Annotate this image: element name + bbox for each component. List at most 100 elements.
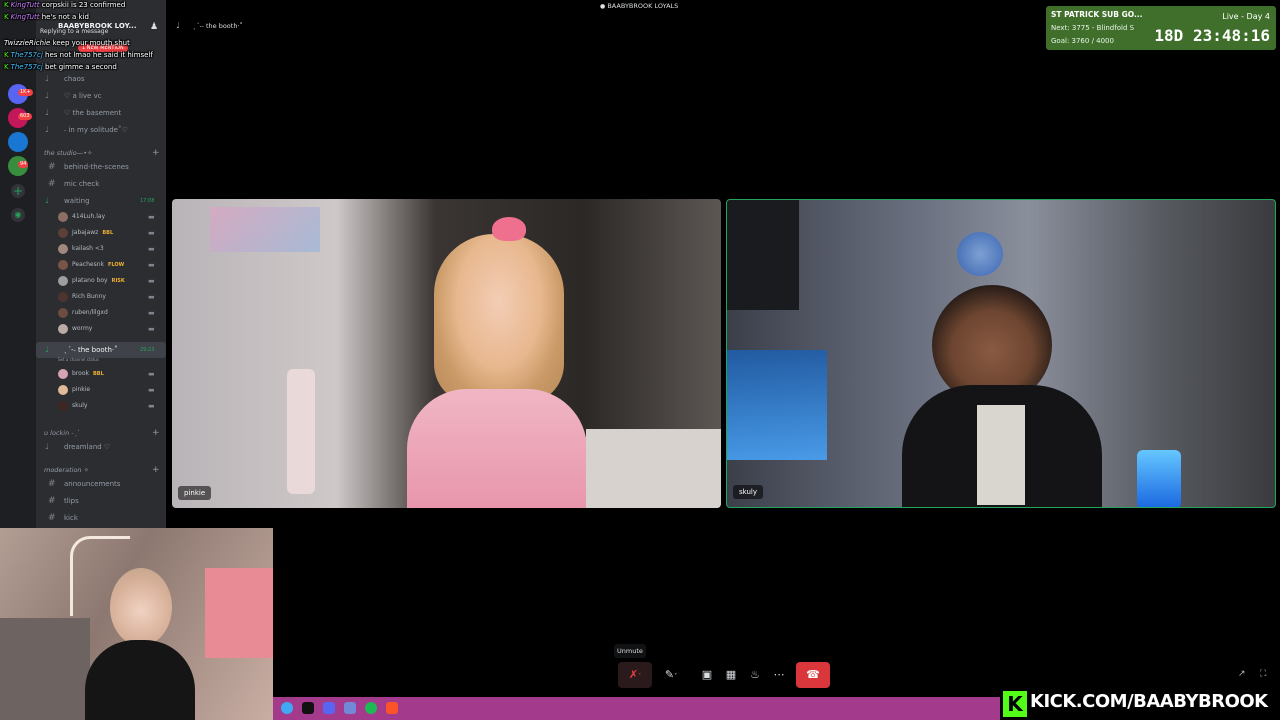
add-channel-icon[interactable]: +: [152, 465, 160, 475]
tshirt: [977, 405, 1025, 505]
voice-member[interactable]: skuly ▬: [56, 398, 166, 414]
app-icon[interactable]: [281, 702, 293, 714]
hash-icon: #: [48, 179, 56, 189]
kick-badge-icon: K: [4, 63, 9, 71]
speaker-icon: ♩: [45, 442, 49, 451]
fullscreen-icon[interactable]: ⛶: [1260, 669, 1266, 679]
speaker-icon: ♩: [45, 196, 49, 205]
member-name: kailash <3: [72, 241, 104, 257]
person-head: [110, 568, 172, 646]
text-channel[interactable]: # mic check: [36, 176, 166, 192]
avatar: [58, 385, 68, 395]
rgb-speaker: [1137, 450, 1181, 507]
video-tile-pinkie[interactable]: pinkie: [172, 199, 721, 508]
live-status: Live - Day 4: [1222, 12, 1270, 21]
member-name: skuly: [72, 398, 87, 414]
member-name: ruben/lilgxd: [72, 305, 108, 321]
voice-channel[interactable]: ♩ dreamland ♡: [36, 439, 166, 455]
hash-icon: #: [48, 513, 56, 523]
channel-status[interactable]: Set a channel status: [58, 357, 99, 362]
member-name: platano boy RISK: [72, 273, 125, 289]
member-name-text: kailash <3: [72, 245, 104, 252]
voice-member[interactable]: pinkie ▬: [56, 382, 166, 398]
voice-channel[interactable]: ♩ ♡ a live vc: [36, 88, 166, 104]
chat-message: K KingTutt corpskii is 23 confirmed: [4, 1, 126, 9]
voice-channel-waiting[interactable]: ♩ waiting 17:08: [36, 193, 166, 209]
text-channel[interactable]: # behind-the-scenes: [36, 159, 166, 175]
voice-member[interactable]: kailash <3 ▬: [56, 241, 166, 257]
sub-goal-title: ST PATRICK SUB GO...: [1051, 10, 1143, 19]
voice-channel[interactable]: ♩ ♡ the basement: [36, 105, 166, 121]
text-channel[interactable]: # tlips: [36, 493, 166, 509]
voice-member[interactable]: platano boy RISK ▬: [56, 273, 166, 289]
avatar: [58, 369, 68, 379]
speaker-icon: ♩: [45, 125, 49, 134]
channel-timer: 17:08: [140, 198, 155, 204]
voice-member[interactable]: Jabajawz BBL ▬: [56, 225, 166, 241]
add-server-icon[interactable]: +: [11, 184, 25, 198]
rgb-shelf: [727, 350, 827, 460]
category-moderation[interactable]: moderation ✧ +: [44, 465, 160, 475]
call-channel-name: ˎˊ-˗ the booth·˚: [193, 22, 243, 30]
soundboard-button[interactable]: ♨: [744, 662, 766, 688]
sub-goal-widget: ST PATRICK SUB GO... Next: 3775 - Blindf…: [1046, 6, 1276, 50]
member-name: Jabajawz BBL: [72, 225, 113, 241]
text-channel[interactable]: # announcements: [36, 476, 166, 492]
category-lockin[interactable]: u lockin ˗ˏˋ +: [44, 428, 160, 438]
avatar: [58, 276, 68, 286]
member-name-text: Peachesnk: [72, 261, 104, 268]
unmute-tooltip: Unmute: [614, 644, 646, 658]
stream-status-icon: ▬: [148, 370, 155, 378]
camera-off-icon: ✎: [664, 668, 675, 681]
member-name-text: wormy: [72, 325, 93, 332]
brave-icon[interactable]: [386, 702, 398, 714]
more-button[interactable]: ⋯: [768, 662, 790, 688]
bed-sheet: [586, 429, 721, 508]
popout-icon[interactable]: ↗: [1238, 669, 1246, 679]
voice-channel-booth[interactable]: ♩ ˎˊ-˗ the booth·˚ 29:23: [36, 342, 166, 358]
add-channel-icon[interactable]: +: [152, 428, 160, 438]
camera-button[interactable]: ✎˅: [654, 662, 688, 688]
category-studio[interactable]: the studio—•✧ +: [44, 148, 160, 158]
bow-decoration: [492, 217, 526, 241]
member-name-text: skuly: [72, 402, 88, 409]
activities-button[interactable]: ▦: [720, 662, 742, 688]
pink-shelf: [205, 568, 273, 658]
mention-badge: 1K+: [18, 89, 33, 96]
mention-badge: 94: [18, 161, 29, 168]
channel-timer: 29:23: [140, 347, 155, 353]
avatar: [58, 401, 68, 411]
tiktok-icon[interactable]: [302, 702, 314, 714]
kick-logo: K: [1003, 691, 1027, 717]
disconnect-button[interactable]: ☎: [796, 662, 830, 688]
server-icon[interactable]: [8, 132, 28, 152]
avatar: [58, 228, 68, 238]
video-tile-skuly[interactable]: skuly: [726, 199, 1276, 508]
discord-icon[interactable]: [344, 702, 356, 714]
add-channel-icon[interactable]: +: [152, 148, 160, 158]
voice-member[interactable]: 414Luh.lay ▬: [56, 209, 166, 225]
discover-icon[interactable]: ◉: [11, 208, 25, 222]
speaker-icon: ♩: [45, 91, 49, 100]
sub-goal-progress: Goal: 3760 / 4000: [1051, 37, 1114, 45]
voice-channel[interactable]: ♩ ˗ in my solitude˚♡: [36, 122, 166, 138]
avatar: [58, 260, 68, 270]
hash-icon: #: [48, 162, 56, 172]
screen-share-button[interactable]: ▣: [696, 662, 718, 688]
chevron-down-icon: ˅: [638, 673, 642, 680]
stream-status-icon: ▬: [148, 293, 155, 301]
stream-status-icon: ▬: [148, 229, 155, 237]
voice-member[interactable]: Peachesnk FLOW ▬: [56, 257, 166, 273]
mic-muted-button[interactable]: ✗˅: [618, 662, 652, 688]
voice-member[interactable]: wormy ▬: [56, 321, 166, 337]
spotify-icon[interactable]: [365, 702, 377, 714]
voice-member[interactable]: Rich Bunny ▬: [56, 289, 166, 305]
member-name-text: ruben/lilgxd: [72, 309, 108, 316]
tv-screen: [727, 200, 799, 310]
voice-member[interactable]: ruben/lilgxd ▬: [56, 305, 166, 321]
voice-member[interactable]: brook BBL ▬: [56, 366, 166, 382]
kick-badge-icon: K: [4, 13, 9, 21]
app-icon[interactable]: [323, 702, 335, 714]
text-channel[interactable]: # kick: [36, 510, 166, 526]
member-name-text: brook: [72, 370, 89, 377]
